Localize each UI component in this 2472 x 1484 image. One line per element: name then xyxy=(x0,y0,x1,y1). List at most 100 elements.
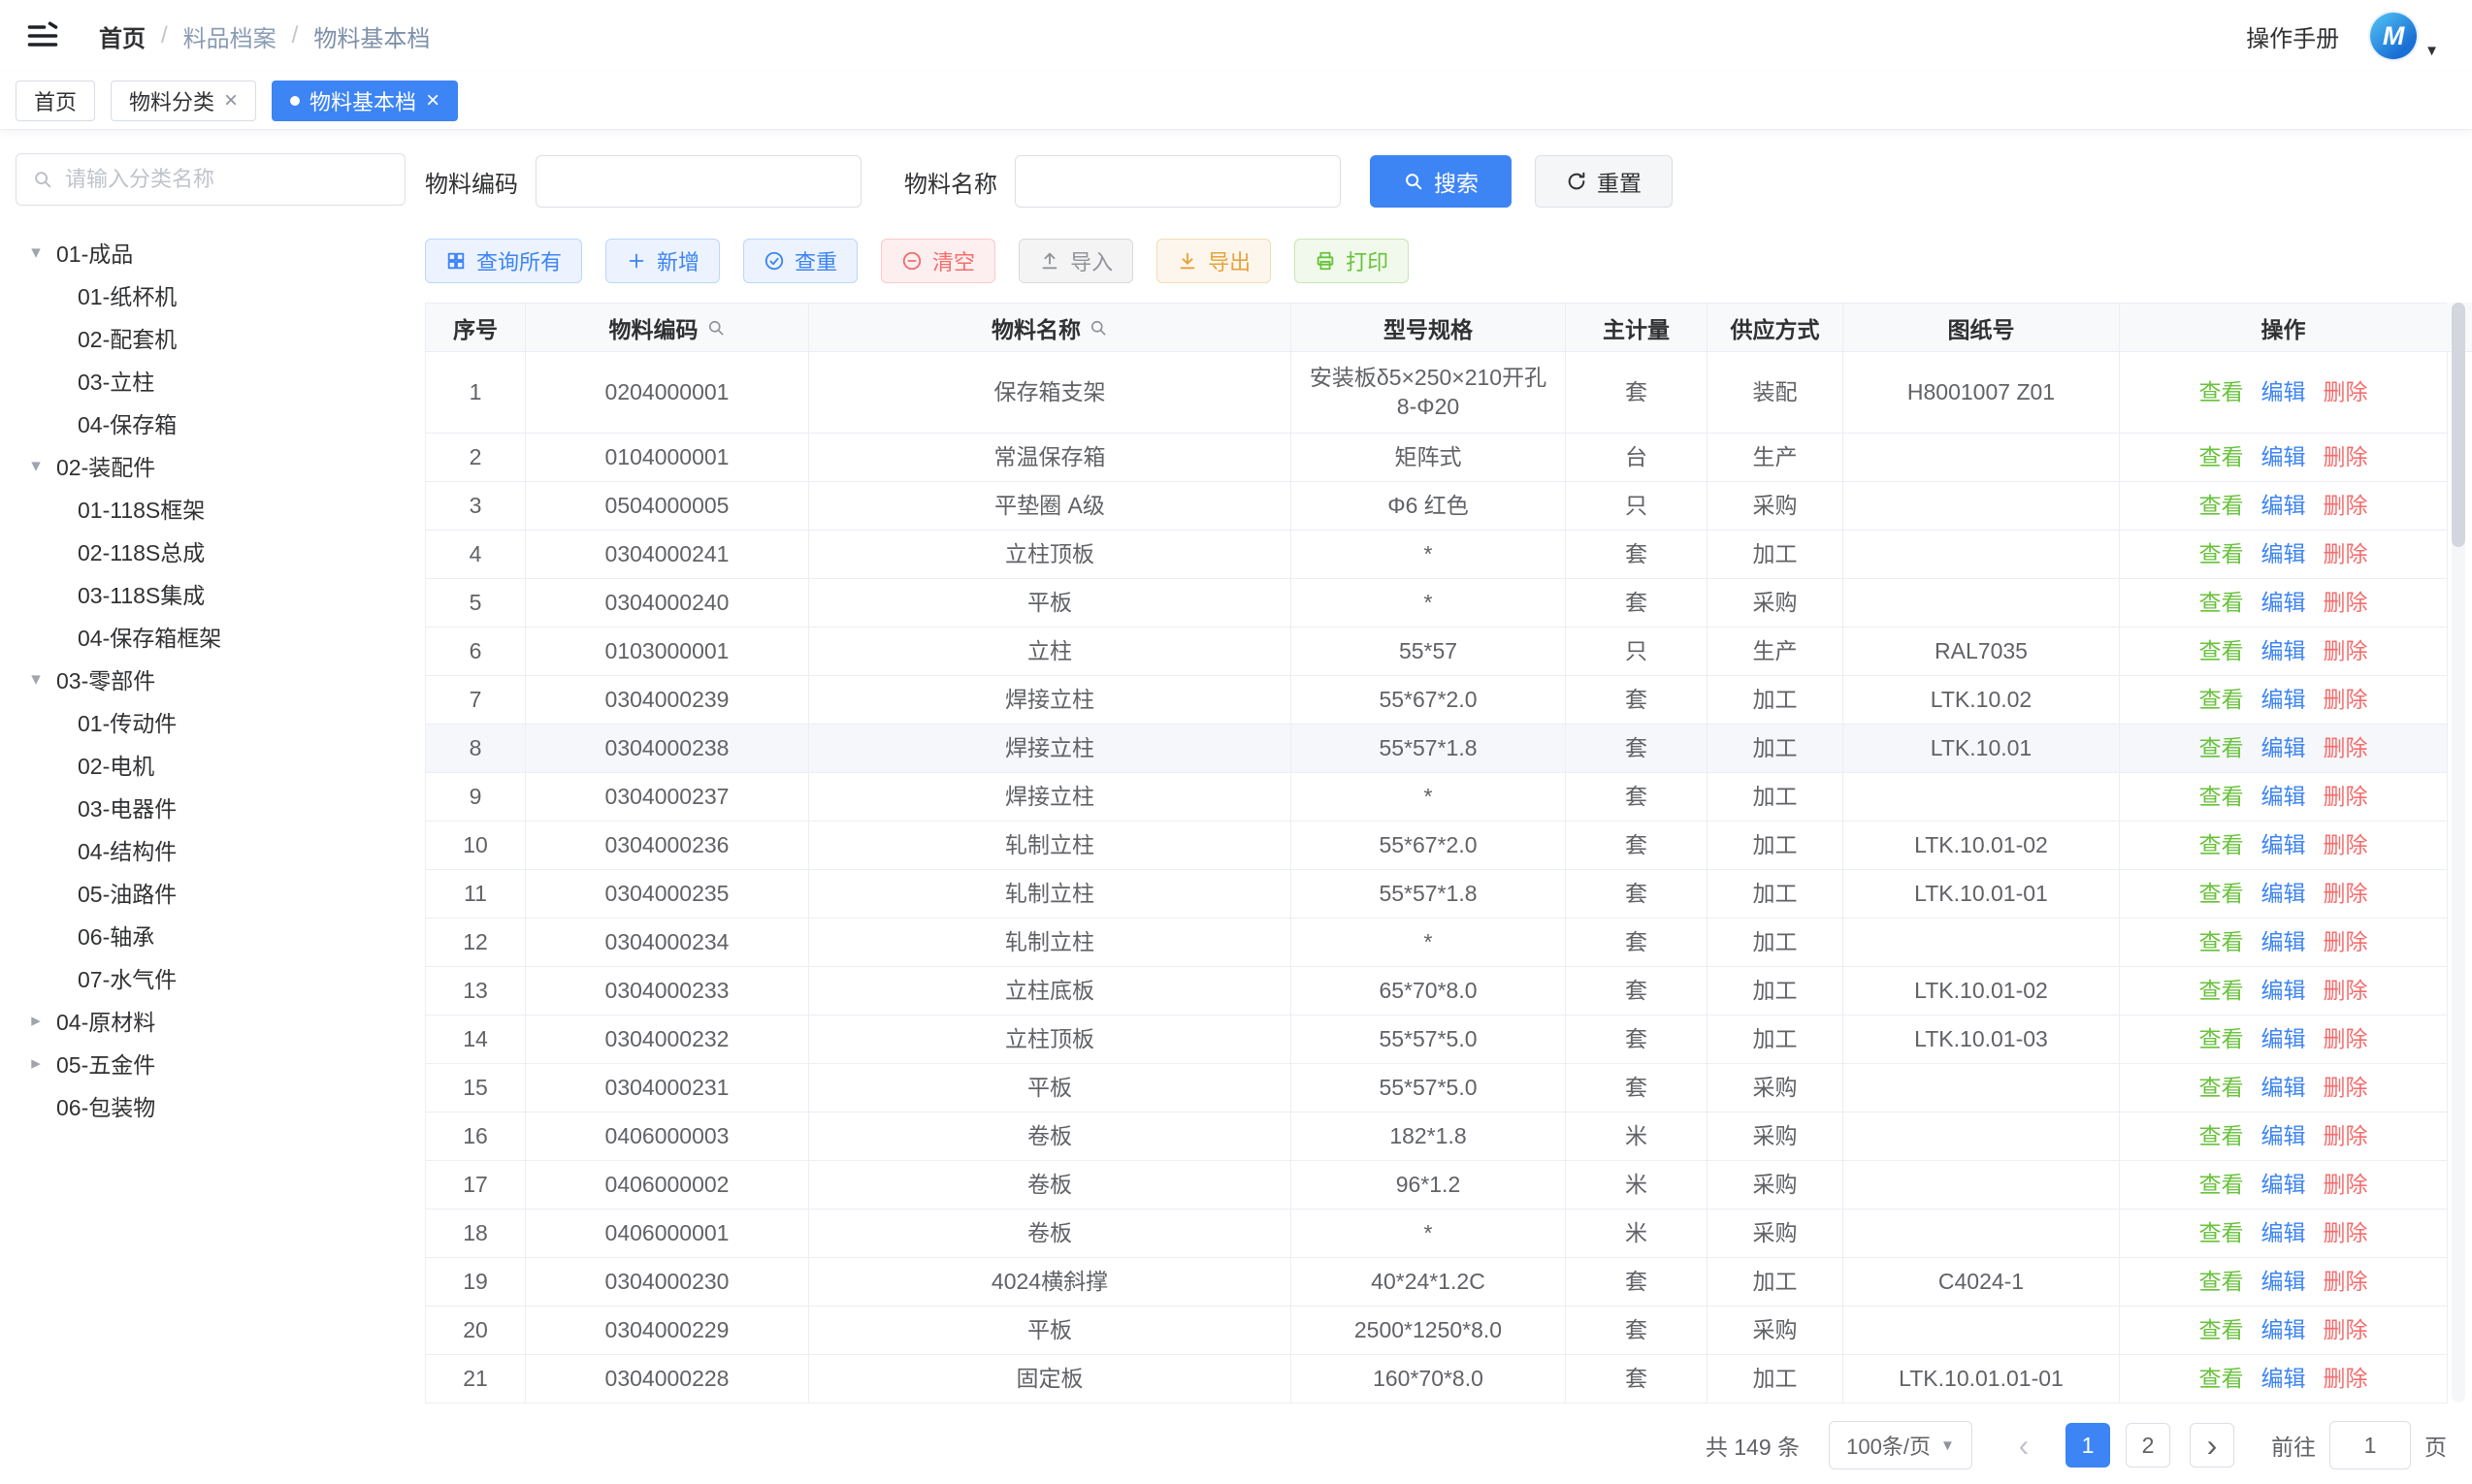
breadcrumb-home[interactable]: 首页 xyxy=(99,19,146,53)
tree-node[interactable]: ▾03-零部件 xyxy=(0,658,425,700)
tree-leaf[interactable]: 04-保存箱 xyxy=(0,402,425,444)
delete-link[interactable]: 删除 xyxy=(2324,1075,2368,1100)
tree-node[interactable]: ▸04-原材料 xyxy=(0,999,425,1042)
table-row[interactable]: 140304000232立柱顶板55*57*5.0套加工LTK.10.01-03… xyxy=(426,1016,2448,1064)
edit-link[interactable]: 编辑 xyxy=(2261,881,2306,906)
clear-button[interactable]: 清空 xyxy=(881,239,995,283)
edit-link[interactable]: 编辑 xyxy=(2261,590,2306,615)
delete-link[interactable]: 删除 xyxy=(2324,1026,2368,1051)
prev-page-button[interactable]: ‹ xyxy=(2001,1423,2046,1468)
table-row[interactable]: 110304000235轧制立柱55*57*1.8套加工LTK.10.01-01… xyxy=(426,870,2448,919)
edit-link[interactable]: 编辑 xyxy=(2261,379,2306,404)
view-link[interactable]: 查看 xyxy=(2199,832,2244,857)
edit-link[interactable]: 编辑 xyxy=(2261,444,2306,469)
caret-right-icon[interactable]: ▸ xyxy=(23,1052,49,1075)
table-row[interactable]: 170406000002卷板96*1.2米采购查看编辑删除 xyxy=(426,1161,2448,1210)
table-row[interactable]: 10204000001保存箱支架安装板δ5×250×210开孔8-Φ20套装配H… xyxy=(426,352,2448,434)
column-search-icon[interactable] xyxy=(706,318,726,338)
material-name-input[interactable] xyxy=(1015,155,1341,208)
breadcrumb-item[interactable]: 料品档案 xyxy=(183,19,276,53)
tree-node[interactable]: ▸05-五金件 xyxy=(0,1042,425,1084)
delete-link[interactable]: 删除 xyxy=(2324,929,2368,954)
search-button[interactable]: 搜索 xyxy=(1370,155,1512,208)
table-row[interactable]: 20104000001常温保存箱矩阵式台生产查看编辑删除 xyxy=(426,434,2448,482)
edit-link[interactable]: 编辑 xyxy=(2261,493,2306,518)
delete-link[interactable]: 删除 xyxy=(2324,1123,2368,1148)
edit-link[interactable]: 编辑 xyxy=(2261,1220,2306,1245)
delete-link[interactable]: 删除 xyxy=(2324,978,2368,1003)
edit-link[interactable]: 编辑 xyxy=(2261,784,2306,809)
table-row[interactable]: 120304000234轧制立柱*套加工查看编辑删除 xyxy=(426,919,2448,967)
delete-link[interactable]: 删除 xyxy=(2324,444,2368,469)
tree-node[interactable]: ▾02-装配件 xyxy=(0,444,425,487)
export-button[interactable]: 导出 xyxy=(1156,239,1271,283)
table-row[interactable]: 80304000238焊接立柱55*57*1.8套加工LTK.10.01查看编辑… xyxy=(426,725,2448,773)
table-row[interactable]: 200304000229平板2500*1250*8.0套采购查看编辑删除 xyxy=(426,1307,2448,1355)
view-link[interactable]: 查看 xyxy=(2199,784,2244,809)
view-link[interactable]: 查看 xyxy=(2199,1075,2244,1100)
edit-link[interactable]: 编辑 xyxy=(2261,1075,2306,1100)
tree-leaf[interactable]: 06-轴承 xyxy=(0,914,425,956)
view-link[interactable]: 查看 xyxy=(2199,1220,2244,1245)
edit-link[interactable]: 编辑 xyxy=(2261,638,2306,663)
tree-leaf[interactable]: 02-配套机 xyxy=(0,316,425,359)
table-row[interactable]: 160406000003卷板182*1.8米采购查看编辑删除 xyxy=(426,1113,2448,1161)
view-link[interactable]: 查看 xyxy=(2199,444,2244,469)
delete-link[interactable]: 删除 xyxy=(2324,1269,2368,1294)
table-row[interactable]: 90304000237焊接立柱*套加工查看编辑删除 xyxy=(426,773,2448,822)
add-button[interactable]: 新增 xyxy=(605,239,720,283)
page-size-select[interactable]: 100条/页 ▼ xyxy=(1829,1421,1972,1469)
edit-link[interactable]: 编辑 xyxy=(2261,1317,2306,1342)
goto-page-input[interactable] xyxy=(2329,1421,2411,1469)
edit-link[interactable]: 编辑 xyxy=(2261,1172,2306,1197)
edit-link[interactable]: 编辑 xyxy=(2261,832,2306,857)
tree-leaf[interactable]: 05-油路件 xyxy=(0,871,425,914)
edit-link[interactable]: 编辑 xyxy=(2261,687,2306,712)
tab-close-icon[interactable]: × xyxy=(426,89,439,113)
caret-down-icon[interactable]: ▾ xyxy=(23,455,49,477)
tab-home[interactable]: 首页 xyxy=(16,81,95,121)
table-row[interactable]: 210304000228固定板160*70*8.0套加工LTK.10.01.01… xyxy=(426,1355,2448,1403)
view-link[interactable]: 查看 xyxy=(2199,735,2244,760)
tree-leaf[interactable]: 07-水气件 xyxy=(0,956,425,999)
edit-link[interactable]: 编辑 xyxy=(2261,978,2306,1003)
delete-link[interactable]: 删除 xyxy=(2324,541,2368,566)
view-link[interactable]: 查看 xyxy=(2199,1026,2244,1051)
tab-material-category[interactable]: 物料分类× xyxy=(111,81,256,121)
tree-leaf[interactable]: 02-电机 xyxy=(0,743,425,786)
tree-leaf[interactable]: 01-传动件 xyxy=(0,700,425,743)
page-button[interactable]: 2 xyxy=(2126,1423,2170,1468)
view-link[interactable]: 查看 xyxy=(2199,687,2244,712)
tree-leaf[interactable]: 04-结构件 xyxy=(0,828,425,871)
delete-link[interactable]: 删除 xyxy=(2324,1172,2368,1197)
table-row[interactable]: 180406000001卷板*米采购查看编辑删除 xyxy=(426,1210,2448,1258)
view-link[interactable]: 查看 xyxy=(2199,1366,2244,1391)
delete-link[interactable]: 删除 xyxy=(2324,832,2368,857)
delete-link[interactable]: 删除 xyxy=(2324,687,2368,712)
view-link[interactable]: 查看 xyxy=(2199,929,2244,954)
delete-link[interactable]: 删除 xyxy=(2324,735,2368,760)
view-link[interactable]: 查看 xyxy=(2199,1172,2244,1197)
caret-down-icon[interactable]: ▾ xyxy=(23,242,49,264)
category-search-input[interactable] xyxy=(65,167,389,192)
view-link[interactable]: 查看 xyxy=(2199,978,2244,1003)
query-all-button[interactable]: 查询所有 xyxy=(425,239,582,283)
view-link[interactable]: 查看 xyxy=(2199,1123,2244,1148)
delete-link[interactable]: 删除 xyxy=(2324,1220,2368,1245)
table-row[interactable]: 70304000239焊接立柱55*67*2.0套加工LTK.10.02查看编辑… xyxy=(426,676,2448,725)
material-code-input[interactable] xyxy=(536,155,862,208)
tree-leaf[interactable]: 01-纸杯机 xyxy=(0,274,425,316)
view-link[interactable]: 查看 xyxy=(2199,590,2244,615)
print-button[interactable]: 打印 xyxy=(1294,239,1409,283)
delete-link[interactable]: 删除 xyxy=(2324,590,2368,615)
table-row[interactable]: 30504000005平垫圈 A级Φ6 红色只采购查看编辑删除 xyxy=(426,482,2448,531)
view-link[interactable]: 查看 xyxy=(2199,541,2244,566)
edit-link[interactable]: 编辑 xyxy=(2261,1026,2306,1051)
tree-leaf[interactable]: 03-118S集成 xyxy=(0,572,425,615)
tree-leaf[interactable]: 02-118S总成 xyxy=(0,530,425,572)
table-row[interactable]: 50304000240平板*套采购查看编辑删除 xyxy=(426,579,2448,628)
delete-link[interactable]: 删除 xyxy=(2324,881,2368,906)
page-button[interactable]: 1 xyxy=(2065,1423,2110,1468)
view-link[interactable]: 查看 xyxy=(2199,1269,2244,1294)
menu-fold-icon[interactable] xyxy=(25,18,60,53)
